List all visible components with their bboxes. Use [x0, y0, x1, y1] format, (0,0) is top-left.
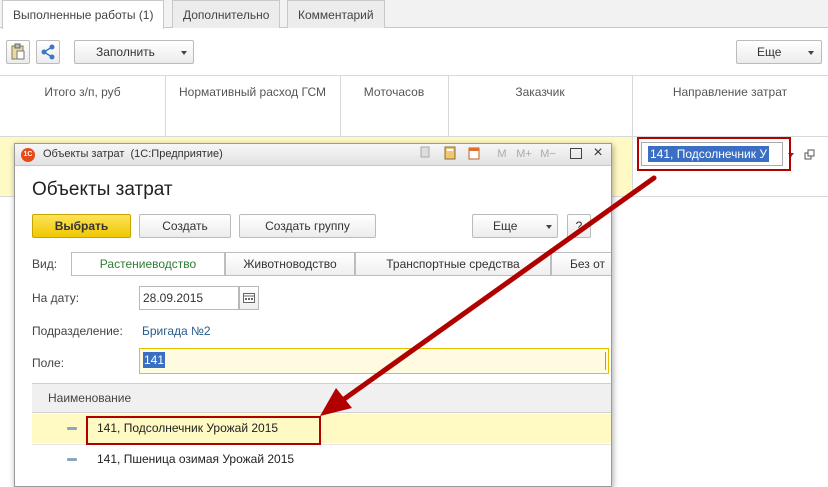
- tab-vehicles[interactable]: Транспортные средства: [355, 252, 551, 276]
- tab-crop-production[interactable]: Растениеводство: [71, 252, 225, 276]
- chevron-down-icon: [181, 51, 187, 55]
- tab-without[interactable]: Без от: [551, 252, 611, 276]
- open-icon[interactable]: [804, 149, 816, 161]
- more-button-label: Еще: [757, 45, 782, 59]
- date-input[interactable]: 28.09.2015: [139, 286, 239, 310]
- dialog-more-label: Еще: [493, 219, 518, 233]
- fill-button-label: Заполнить: [96, 45, 155, 59]
- list-item-label: 141, Пшеница озимая Урожай 2015: [97, 452, 295, 466]
- dialog-title-bar: 1С Объекты затрат (1С:Предприятие) M M+ …: [15, 144, 611, 166]
- list-header: Наименование: [32, 383, 611, 413]
- field-input[interactable]: 141: [139, 348, 609, 374]
- more-button[interactable]: Еще: [736, 40, 822, 64]
- dialog-window-title: Объекты затрат (1С:Предприятие): [43, 148, 223, 160]
- memory-button[interactable]: M: [495, 146, 509, 162]
- structure-button[interactable]: [36, 40, 60, 64]
- date-value: 28.09.2015: [143, 291, 204, 305]
- column-header-customer[interactable]: Заказчик: [448, 76, 632, 136]
- item-icon: [67, 458, 77, 461]
- dialog-more-button[interactable]: Еще: [472, 214, 558, 238]
- maximize-icon[interactable]: [570, 148, 582, 159]
- calendar-icon[interactable]: [467, 146, 481, 165]
- item-icon: [67, 427, 77, 430]
- list-header-name[interactable]: Наименование: [48, 391, 131, 405]
- calendar-button[interactable]: [239, 286, 259, 310]
- tab-livestock[interactable]: Животноводство: [225, 252, 355, 276]
- dialog-heading: Объекты затрат: [32, 179, 173, 200]
- app-logo-icon: 1С: [21, 148, 35, 162]
- field-input-separator: [605, 352, 606, 370]
- select-button[interactable]: Выбрать: [32, 214, 131, 238]
- column-header-fuel-norm[interactable]: Нормативный расход ГСМ: [165, 76, 340, 136]
- date-label: На дату:: [32, 291, 80, 305]
- paste-button[interactable]: [6, 40, 30, 64]
- division-label: Подразделение:: [32, 324, 123, 338]
- tab-completed-works[interactable]: Выполненные работы (1): [2, 0, 165, 29]
- field-label: Поле:: [32, 356, 65, 370]
- memory-minus-button[interactable]: M−: [539, 146, 557, 162]
- chevron-down-icon: [808, 51, 814, 55]
- highlight-frame-cell: [637, 137, 791, 171]
- create-group-button[interactable]: Создать группу: [239, 214, 376, 238]
- calendar-icon: [243, 293, 255, 303]
- share-icon: [41, 44, 55, 60]
- create-button[interactable]: Создать: [139, 214, 231, 238]
- help-button[interactable]: ?: [567, 214, 591, 238]
- clipboard-icon: [11, 43, 25, 60]
- view-label: Вид:: [32, 257, 58, 271]
- column-header-engine-hours[interactable]: Моточасов: [340, 76, 448, 136]
- column-header-cost-direction[interactable]: Направление затрат: [632, 76, 828, 136]
- division-link[interactable]: Бригада №2: [142, 324, 211, 338]
- tab-additional[interactable]: Дополнительно: [172, 0, 281, 28]
- chevron-down-icon: [546, 225, 552, 229]
- document-icon[interactable]: [419, 146, 431, 163]
- memory-plus-button[interactable]: M+: [515, 146, 533, 162]
- tab-comment[interactable]: Комментарий: [287, 0, 385, 28]
- field-value: 141: [143, 352, 166, 368]
- column-divider: [448, 76, 449, 136]
- close-icon[interactable]: ×: [591, 145, 605, 161]
- column-header-total-salary[interactable]: Итого з/п, руб: [0, 76, 165, 136]
- list-item[interactable]: 141, Пшеница озимая Урожай 2015: [32, 444, 611, 473]
- cost-objects-dialog: 1С Объекты затрат (1С:Предприятие) M M+ …: [14, 143, 612, 487]
- column-divider: [165, 76, 166, 136]
- fill-button[interactable]: Заполнить: [74, 40, 194, 64]
- tabs-bar: Выполненные работы (1) Дополнительно Ком…: [0, 0, 828, 29]
- highlight-frame-row: [86, 416, 321, 445]
- column-divider: [340, 76, 341, 136]
- calculator-icon[interactable]: [443, 146, 457, 165]
